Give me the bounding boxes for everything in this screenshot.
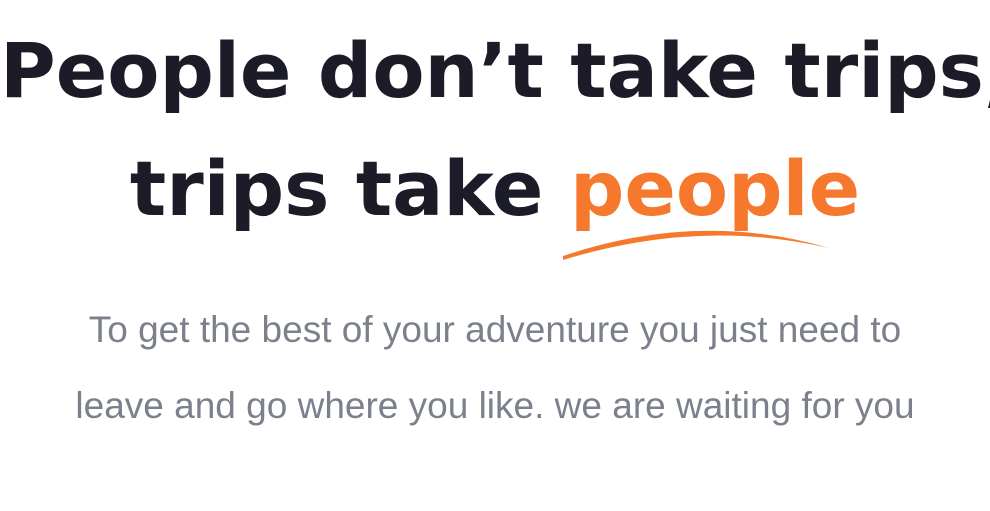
hero-headline: People don’t take trips, trips take peop…: [0, 0, 990, 248]
headline-line-1: People don’t take trips,: [0, 26, 990, 115]
hero-subtitle: To get the best of your adventure you ju…: [75, 309, 915, 426]
hero-section: People don’t take trips, trips take peop…: [0, 0, 990, 511]
underline-swoosh-icon: [563, 230, 829, 260]
headline-line-2: trips take people: [0, 130, 990, 248]
headline-line-2-prefix: trips take: [129, 144, 570, 233]
